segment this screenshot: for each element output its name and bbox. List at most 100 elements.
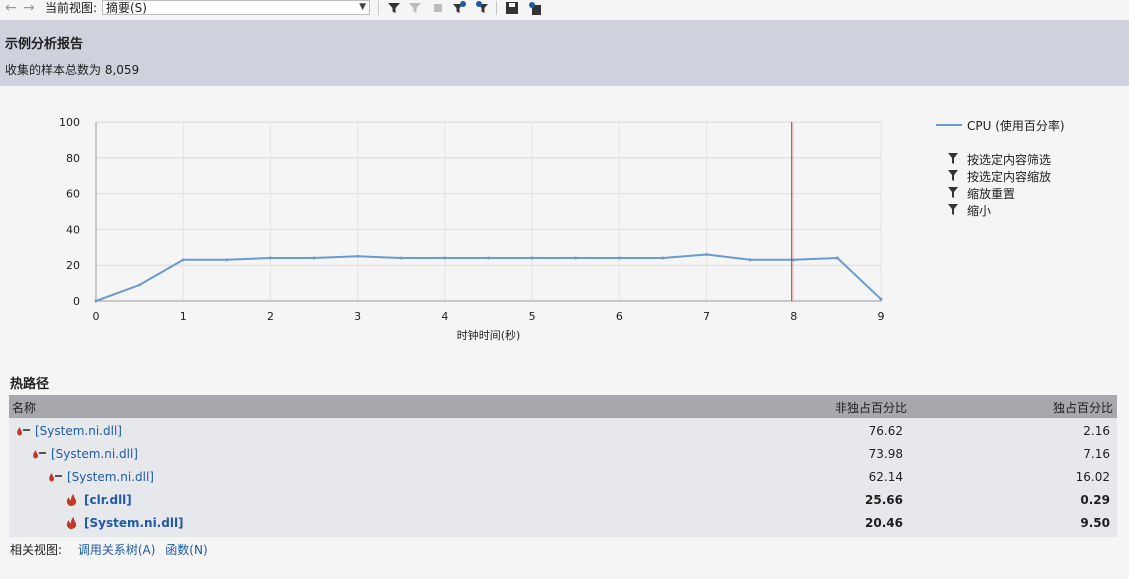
cpu-data-point [574,256,578,260]
report-title: 示例分析报告 [5,37,84,52]
hot-path-table: 名称 非独占百分比 独占百分比 [System.ni.dll] 76.62 2.… [9,395,1117,537]
function-name[interactable]: [System.ni.dll] [51,447,138,461]
inclusive-value: 76.62 [868,424,903,438]
table-row[interactable]: [clr.dll] 25.66 0.29 [9,489,1117,512]
save-icon[interactable] [504,0,520,16]
table-row[interactable]: [System.ni.dll] 20.46 9.50 [9,512,1117,535]
forward-icon[interactable]: → [23,0,35,16]
y-tick-label: 100 [59,116,80,129]
filter-icon [948,153,958,164]
hot-path-icon [33,450,46,459]
inclusive-value: 20.46 [865,516,903,530]
cpu-data-point [792,258,796,262]
stop-icon[interactable] [430,0,446,16]
x-tick-label: 0 [93,310,100,323]
column-exclusive[interactable]: 独占百分比 [1053,399,1113,416]
cpu-data-point [487,256,490,260]
x-tick-label: 5 [529,310,536,323]
zoom-out-icon [948,204,958,215]
exclusive-value: 0.29 [1080,493,1110,507]
cpu-series-line [95,253,882,302]
function-name[interactable]: [System.ni.dll] [35,424,122,438]
exclusive-value: 2.16 [1083,424,1110,438]
x-tick-label: 7 [703,310,710,323]
inclusive-value: 62.14 [868,470,903,484]
toolbar-separator [496,1,497,15]
zoom-to-selection-label: 按选定内容缩放 [967,170,1052,184]
table-body: [System.ni.dll] 76.62 2.16 [System.ni.dl… [9,418,1117,537]
function-name[interactable]: [clr.dll] [84,493,132,507]
back-icon[interactable]: ← [5,0,17,16]
x-tick-label: 4 [441,310,448,323]
cpu-data-point [268,256,272,260]
cpu-data-point [705,252,709,256]
table-row[interactable]: [System.ni.dll] 73.98 7.16 [9,443,1117,466]
current-view-label: 当前视图: [45,1,98,15]
column-name[interactable]: 名称 [12,399,36,416]
cpu-data-point [835,256,839,260]
toolbar-separator [378,1,379,15]
cpu-data-point [181,258,185,262]
table-row[interactable]: [System.ni.dll] 62.14 16.02 [9,466,1117,489]
cpu-data-point [356,254,360,258]
y-tick-label: 0 [73,295,80,308]
related-views: 相关视图: 调用关系树(A) 函数(N) [10,541,208,558]
x-tick-label: 9 [878,310,885,323]
functions-link[interactable]: 函数(N) [165,543,207,557]
zoom-reset-label: 缩放重置 [967,187,1016,201]
cpu-data-point [138,283,142,287]
exclusive-value: 16.02 [1075,470,1110,484]
legend-cpu-label: CPU (使用百分率) [967,119,1065,133]
cpu-series-swatch [936,124,962,126]
hot-path-icon [49,473,62,482]
inclusive-value: 73.98 [868,447,903,461]
column-inclusive[interactable]: 非独占百分比 [835,399,907,416]
sample-count: 收集的样本总数为 8,059 [5,63,140,77]
current-view-select[interactable]: 摘要(S) ▼ [102,0,370,15]
cpu-usage-chart[interactable]: 0 20 40 60 80 100 0 1 2 3 4 5 6 7 8 9 时钟时间(秒) [0,88,920,350]
clear-filter-icon[interactable] [407,0,423,16]
report-header: 示例分析报告 收集的样本总数为 8,059 [0,20,1129,86]
x-tick-label: 1 [180,310,187,323]
filter-edit-icon[interactable] [474,0,490,16]
y-tick-label: 20 [66,259,80,272]
filter-add-icon[interactable] [451,0,467,16]
y-tick-label: 60 [66,188,80,201]
y-tick-label: 40 [66,223,80,236]
cpu-data-point [748,258,752,262]
table-header: 名称 非独占百分比 独占百分比 [9,395,1117,418]
flame-icon [66,517,77,529]
zoom-reset-icon [948,187,958,198]
hot-path-icon [17,427,30,436]
current-view-value: 摘要(S) [106,1,147,15]
cpu-data-point [94,299,98,303]
inclusive-value: 25.66 [865,493,903,507]
cpu-data-point [879,297,883,301]
exclusive-value: 9.50 [1080,516,1110,530]
exclusive-value: 7.16 [1083,447,1110,461]
cpu-data-point [312,256,316,260]
filter-icon[interactable] [386,0,402,16]
cpu-data-point [617,256,621,260]
hot-path-title: 热路径 [10,377,50,392]
zoom-filter-icon [948,170,958,181]
y-tick-label: 80 [66,152,80,165]
flame-icon [66,494,77,506]
x-tick-label: 2 [267,310,274,323]
chevron-down-icon: ▼ [359,2,366,12]
cpu-data-point [661,256,665,260]
export-icon[interactable] [527,0,543,16]
filter-by-selection-label: 按选定内容筛选 [967,153,1052,167]
cpu-data-point [225,258,229,262]
x-tick-label: 3 [354,310,361,323]
function-name[interactable]: [System.ni.dll] [67,470,154,484]
table-row[interactable]: [System.ni.dll] 76.62 2.16 [9,420,1117,443]
x-tick-label: 8 [790,310,797,323]
zoom-out-label: 缩小 [967,204,992,218]
function-name[interactable]: [System.ni.dll] [84,516,184,530]
x-tick-label: 6 [616,310,623,323]
x-axis-label: 时钟时间(秒) [457,328,521,342]
toolbar: ← → 当前视图: 摘要(S) ▼ [0,0,1129,19]
related-views-label: 相关视图: [10,543,63,557]
call-tree-link[interactable]: 调用关系树(A) [78,543,156,557]
